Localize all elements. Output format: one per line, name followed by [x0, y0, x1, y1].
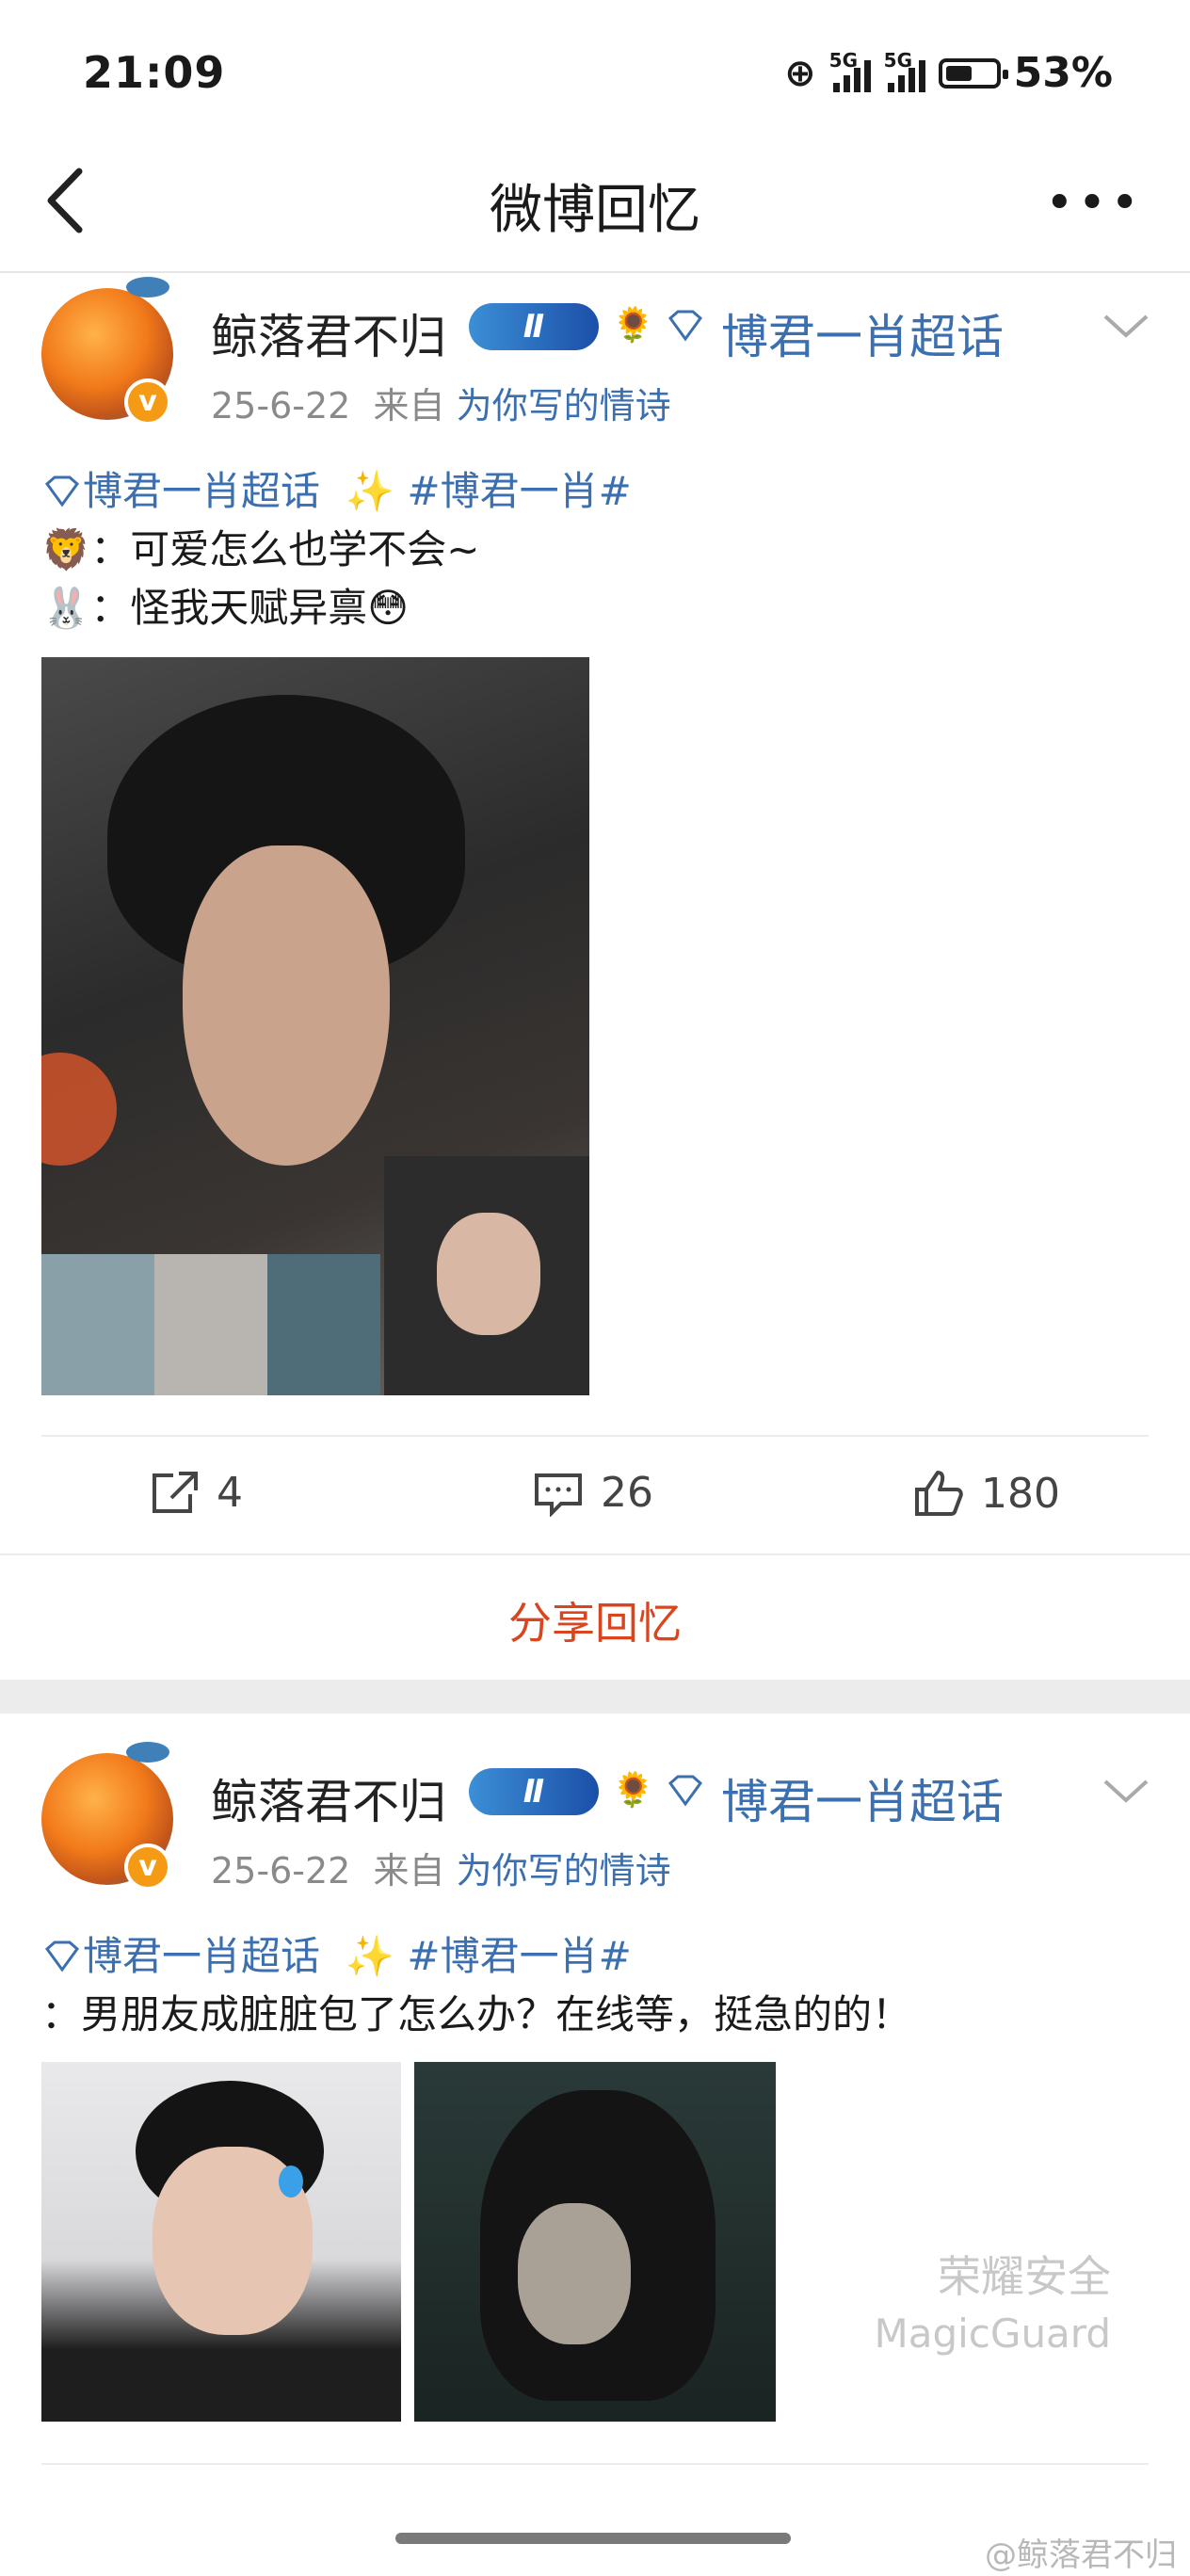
from-label: 来自	[373, 1850, 445, 1892]
post-meta: 25-6-22 来自 为你写的情诗	[211, 1842, 671, 1893]
hashtag[interactable]: #博君一肖#	[407, 468, 631, 514]
section-separator	[0, 1680, 1190, 1714]
signal-icon-2: 5G	[884, 49, 925, 92]
verified-badge: v	[124, 1843, 171, 1891]
comment-icon	[535, 1473, 582, 1517]
comment-count: 26	[601, 1469, 653, 1517]
more-button[interactable]: •••	[1045, 175, 1143, 232]
topic-link[interactable]: 博君一肖超话	[721, 299, 1004, 367]
signal-icon-1: 5G	[829, 49, 871, 92]
username[interactable]: 鲸落君不归	[211, 299, 446, 367]
diamond-icon	[44, 475, 80, 507]
topic-link[interactable]: 博君一肖超话	[721, 1764, 1004, 1832]
level-badge: Ⅱ	[469, 303, 599, 350]
divider	[41, 2463, 1149, 2465]
watermark-line: MagicGuard	[874, 2310, 1112, 2357]
battery-percent: 53%	[1013, 49, 1113, 97]
post-tags: 博君一肖超话 ✨ #博君一肖#	[41, 459, 632, 517]
post-source[interactable]: 为你写的情诗	[457, 385, 671, 427]
repost-count: 4	[217, 1469, 243, 1517]
diamond-icon	[44, 1940, 80, 1972]
chevron-down-icon[interactable]	[1098, 307, 1154, 348]
diamond-icon	[665, 309, 706, 346]
weibo-watermark: @鲸落君不归	[985, 2536, 1177, 2574]
chevron-down-icon[interactable]	[1098, 1772, 1154, 1813]
from-label: 来自	[373, 385, 445, 427]
sunflower-icon: 🌻	[612, 306, 654, 345]
post-source[interactable]: 为你写的情诗	[457, 1850, 671, 1892]
whale-decoration	[126, 277, 169, 298]
post-text-line: ：男朋友成脏脏包了怎么办？在线等，挺急的的！	[41, 1991, 912, 2037]
like-count: 180	[981, 1469, 1060, 1518]
home-indicator[interactable]	[395, 2533, 791, 2544]
post-meta: 25-6-22 来自 为你写的情诗	[211, 377, 671, 428]
repost-button[interactable]: 4	[149, 1469, 243, 1517]
like-button[interactable]: 180	[913, 1469, 1060, 1518]
thumbs-up-icon	[915, 1471, 963, 1516]
divider	[0, 1554, 1190, 1555]
hotspot-icon: ⊕	[784, 51, 816, 95]
level-badge: Ⅱ	[469, 1768, 599, 1815]
post-date: 25-6-22	[211, 385, 351, 427]
post-text-line: 🦁：可爱怎么也学不会~	[41, 526, 480, 572]
status-time: 21:09	[83, 47, 226, 98]
topic-tag[interactable]: 博君一肖超话	[83, 1933, 320, 1979]
divider	[41, 1435, 1149, 1437]
post-tags: 博君一肖超话 ✨ #博君一肖#	[41, 1924, 632, 1982]
topic-tag[interactable]: 博君一肖超话	[83, 468, 320, 514]
share-memory-button[interactable]: 分享回忆	[0, 1589, 1190, 1651]
username[interactable]: 鲸落君不归	[211, 1764, 446, 1832]
repost-icon	[153, 1471, 198, 1513]
page-title: 微博回忆	[490, 180, 700, 241]
battery-icon	[938, 57, 1008, 89]
post-image[interactable]	[414, 2062, 776, 2422]
diamond-icon	[665, 1774, 706, 1811]
post-image[interactable]	[41, 2062, 401, 2422]
post-text-line: 🐰：怪我天赋异禀😳	[41, 585, 410, 631]
divider	[0, 271, 1190, 273]
hashtag[interactable]: #博君一肖#	[407, 1933, 631, 1979]
sparkle-icon: ✨	[345, 468, 395, 514]
watermark: 荣耀安全 MagicGuard	[0, 2243, 1112, 2357]
sunflower-icon: 🌻	[612, 1771, 654, 1810]
watermark-line: 荣耀安全	[938, 2251, 1111, 2302]
sparkle-icon: ✨	[345, 1933, 395, 1979]
whale-decoration	[126, 1742, 169, 1763]
post-image[interactable]	[41, 657, 589, 1395]
post-date: 25-6-22	[211, 1850, 351, 1892]
comment-button[interactable]: 26	[533, 1469, 653, 1517]
status-icons: ⊕ 5G 5G 53%	[784, 49, 1113, 98]
verified-badge: v	[124, 378, 171, 426]
